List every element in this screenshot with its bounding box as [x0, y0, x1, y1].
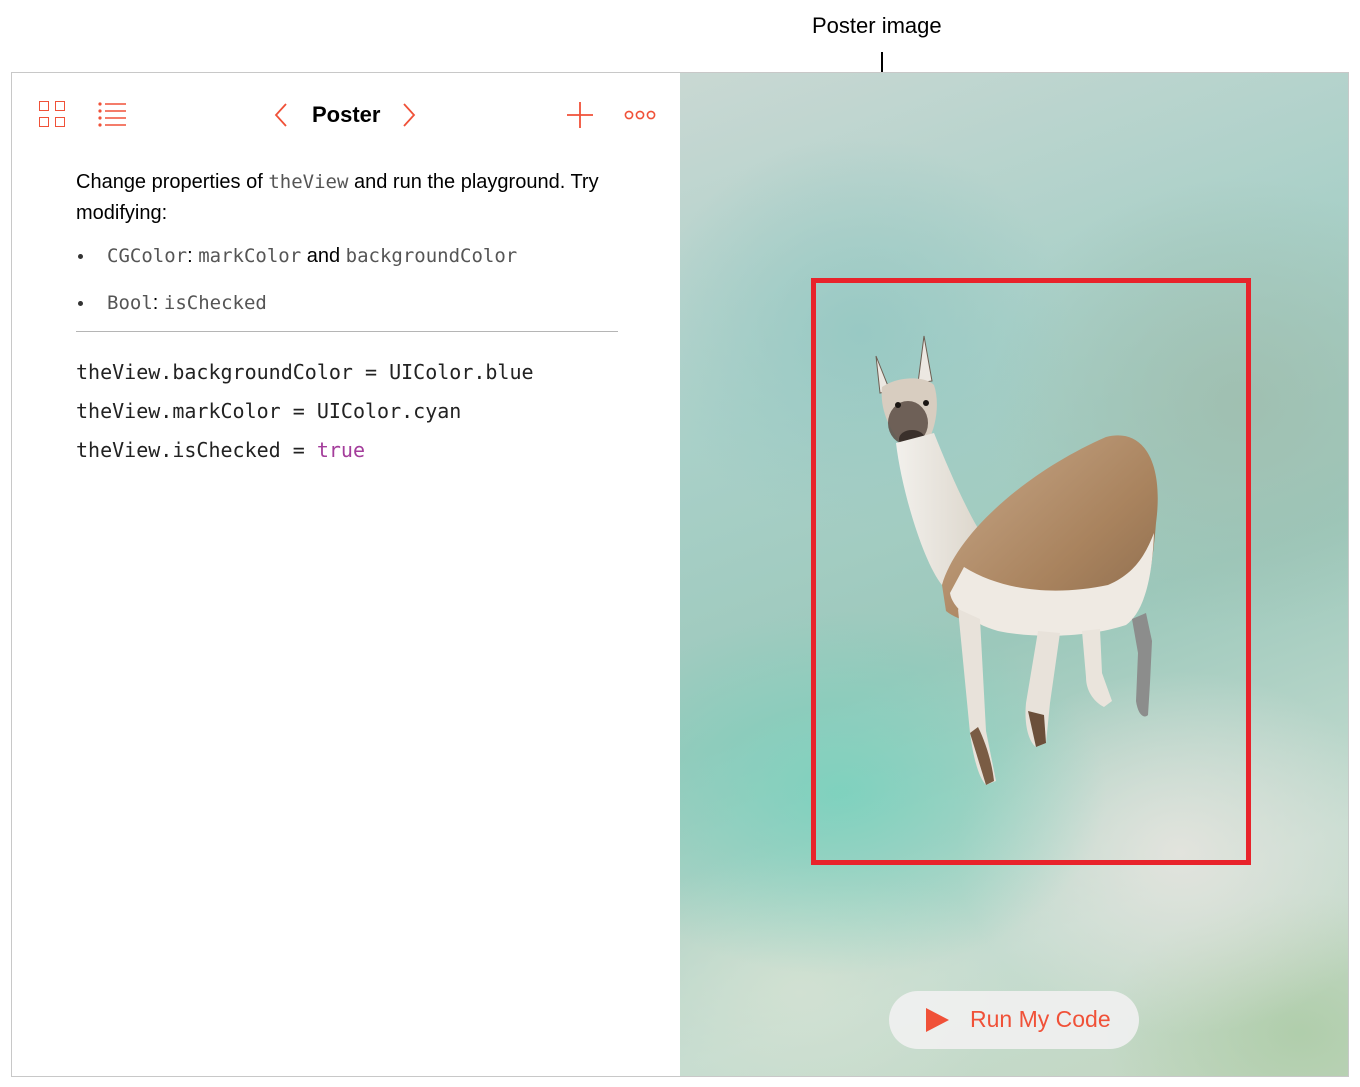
chevron-left-icon[interactable]	[272, 101, 292, 129]
code-line[interactable]: theView.backgroundColor = UIColor.blue	[76, 357, 534, 396]
separator: :	[187, 245, 199, 267]
conjunction: and	[301, 245, 346, 267]
grid-icon[interactable]	[39, 101, 67, 129]
list-item: Bool: isChecked	[76, 288, 636, 335]
page-title: Poster	[312, 102, 381, 127]
list-item: CGColor: markColor and backgroundColor	[76, 241, 636, 288]
code-editor[interactable]: theView.backgroundColor = UIColor.blue t…	[76, 357, 534, 474]
divider	[76, 331, 618, 332]
bullet-list: CGColor: markColor and backgroundColor B…	[76, 241, 636, 335]
code-text: theView.backgroundColor = UIColor.blue	[76, 360, 534, 384]
poster-image	[811, 278, 1251, 865]
code-text: theView.isChecked =	[76, 438, 317, 462]
llama-image	[875, 335, 1158, 785]
code-line[interactable]: theView.markColor = UIColor.cyan	[76, 396, 534, 435]
property-name: isChecked	[163, 292, 267, 314]
intro-prefix: Change properties of	[76, 171, 269, 193]
type-name: CGColor	[107, 245, 188, 267]
separator: :	[152, 292, 164, 314]
editor-pane: Poster Change properties of theView and …	[12, 73, 680, 1076]
property-name: backgroundColor	[345, 245, 518, 267]
more-icon[interactable]	[624, 107, 656, 123]
run-my-code-button[interactable]: Run My Code	[889, 991, 1139, 1049]
chevron-right-icon[interactable]	[398, 101, 418, 129]
plus-icon[interactable]	[566, 101, 594, 129]
play-icon	[926, 1008, 949, 1032]
property-name: markColor	[198, 245, 302, 267]
instructions-text: Change properties of theView and run the…	[76, 167, 636, 229]
code-line[interactable]: theView.isChecked = true	[76, 435, 534, 474]
list-icon[interactable]	[98, 101, 128, 129]
live-view: Run My Code	[680, 73, 1348, 1076]
ipad-screen: Poster Change properties of theView and …	[11, 72, 1349, 1077]
type-name: Bool	[107, 292, 153, 314]
run-button-label: Run My Code	[970, 1006, 1111, 1032]
inline-code: theView	[268, 171, 349, 193]
code-text: theView.markColor = UIColor.cyan	[76, 399, 462, 423]
toolbar: Poster	[12, 73, 680, 153]
callout-label: Poster image	[812, 13, 942, 38]
code-keyword: true	[316, 438, 365, 462]
